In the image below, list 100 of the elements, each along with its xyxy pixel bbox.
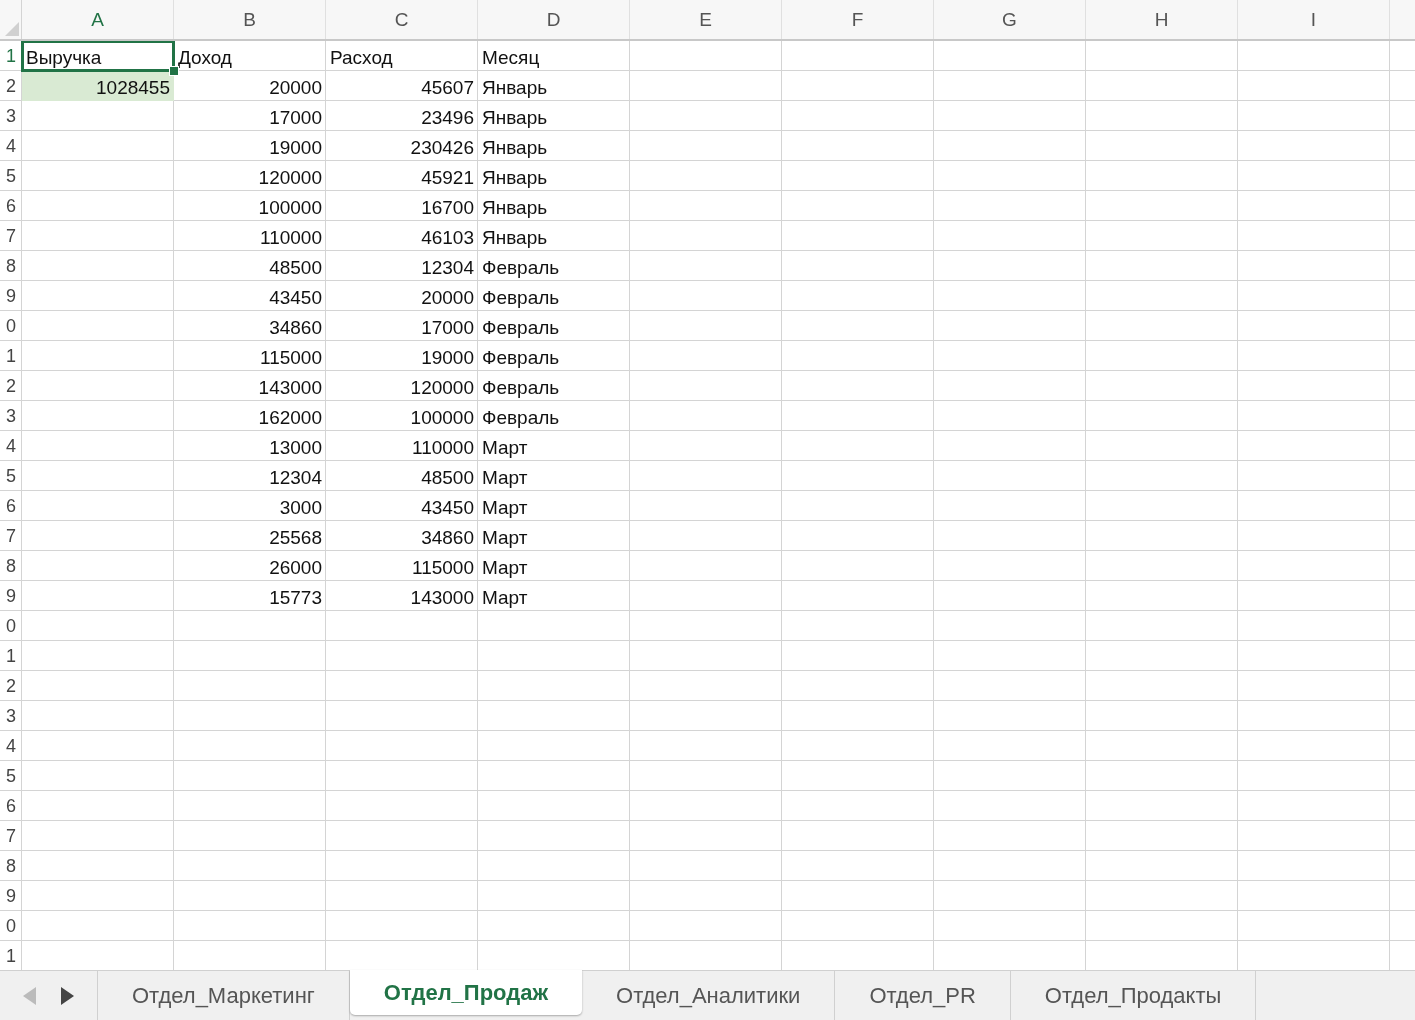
row-header[interactable]: 6 bbox=[0, 191, 22, 221]
row-header[interactable]: 1 bbox=[0, 41, 22, 71]
table-cell-text: 23496 bbox=[420, 106, 475, 130]
table-cell-text: 110000 bbox=[411, 436, 475, 460]
table-cell-text: Февраль bbox=[481, 376, 561, 400]
table-cell-text: 12304 bbox=[420, 256, 475, 280]
table-cell-text: 45607 bbox=[420, 76, 475, 100]
table-cell-text: 16700 bbox=[420, 196, 475, 220]
table-cell-text: 3000 bbox=[278, 496, 323, 520]
fill-handle[interactable] bbox=[169, 66, 179, 76]
table-cell: 1028455 bbox=[22, 71, 174, 101]
table-cell-text: 162000 bbox=[257, 406, 323, 430]
table-cell-text: 34860 bbox=[420, 526, 475, 550]
table-cell-text: 13000 bbox=[268, 436, 323, 460]
row-header[interactable]: 9 bbox=[0, 881, 22, 911]
sheet-tab[interactable]: Отдел_Маркетинг bbox=[98, 971, 350, 1020]
table-cell-text: Январь bbox=[481, 166, 549, 190]
table-cell-text: 19000 bbox=[268, 136, 323, 160]
table-cell-text: 17000 bbox=[420, 316, 475, 340]
row-header[interactable]: 9 bbox=[0, 581, 22, 611]
table-cell-text: 120000 bbox=[409, 376, 475, 400]
table-cell-text: Месяц bbox=[481, 46, 541, 70]
table-cell-text: 19000 bbox=[420, 346, 475, 370]
column-header[interactable]: B bbox=[174, 0, 326, 39]
table-cell-text: 48500 bbox=[268, 256, 323, 280]
table-cell-text: Март bbox=[481, 526, 529, 550]
row-header[interactable]: 2 bbox=[0, 671, 22, 701]
row-header[interactable]: 8 bbox=[0, 251, 22, 281]
column-header[interactable]: G bbox=[934, 0, 1086, 39]
row-header[interactable]: 5 bbox=[0, 461, 22, 491]
row-header[interactable]: 7 bbox=[0, 221, 22, 251]
table-cell-text: 25568 bbox=[268, 526, 323, 550]
row-header[interactable]: 2 bbox=[0, 71, 22, 101]
column-header[interactable]: A bbox=[22, 0, 174, 39]
row-header[interactable]: 3 bbox=[0, 701, 22, 731]
table-cell-text: Январь bbox=[481, 106, 549, 130]
next-sheet-icon[interactable] bbox=[59, 985, 76, 1006]
row-header[interactable]: 7 bbox=[0, 821, 22, 851]
table-cell-text: 230426 bbox=[409, 136, 475, 160]
table-cell-text: Февраль bbox=[481, 256, 561, 280]
table-cell-text: 48500 bbox=[420, 466, 475, 490]
table-cell-text: 15773 bbox=[268, 586, 323, 610]
table-cell-text: Январь bbox=[481, 196, 549, 220]
table-cell-text: 26000 bbox=[268, 556, 323, 580]
row-header[interactable]: 0 bbox=[0, 611, 22, 641]
row-header[interactable]: 6 bbox=[0, 791, 22, 821]
table-cell-text: Март bbox=[481, 466, 529, 490]
sheet-tab[interactable]: Отдел_Продакты bbox=[1010, 971, 1257, 1020]
table-cell-text: 12304 bbox=[268, 466, 323, 490]
row-header[interactable]: 3 bbox=[0, 401, 22, 431]
table-cell-text: Март bbox=[481, 556, 529, 580]
table-cell: Выручка bbox=[22, 41, 174, 71]
row-header[interactable]: 0 bbox=[0, 311, 22, 341]
table-cell-text: 115000 bbox=[411, 556, 475, 580]
table-cell-text: 43450 bbox=[268, 286, 323, 310]
column-header[interactable]: C bbox=[326, 0, 478, 39]
column-header[interactable]: D bbox=[478, 0, 630, 39]
row-header[interactable]: 2 bbox=[0, 371, 22, 401]
column-header[interactable]: I bbox=[1238, 0, 1390, 39]
table-cell-text: 143000 bbox=[257, 376, 323, 400]
sheet-tab[interactable]: Отдел_PR bbox=[835, 971, 1011, 1020]
row-header[interactable]: 5 bbox=[0, 761, 22, 791]
row-header[interactable]: 5 bbox=[0, 161, 22, 191]
table-cell-text: 110000 bbox=[259, 226, 323, 250]
row-header[interactable]: 3 bbox=[0, 101, 22, 131]
table-cell-text: 20000 bbox=[268, 76, 323, 100]
column-header[interactable]: F bbox=[782, 0, 934, 39]
table-cell-text: Март bbox=[481, 496, 529, 520]
table-cell-text: 43450 bbox=[420, 496, 475, 520]
row-header[interactable]: 4 bbox=[0, 731, 22, 761]
column-header[interactable]: H bbox=[1086, 0, 1238, 39]
row-header[interactable]: 9 bbox=[0, 281, 22, 311]
row-header[interactable]: 8 bbox=[0, 551, 22, 581]
table-cell-text: 17000 bbox=[268, 106, 323, 130]
table-cell-text: 46103 bbox=[420, 226, 475, 250]
table-cell-text: 45921 bbox=[420, 166, 475, 190]
row-header[interactable]: 4 bbox=[0, 131, 22, 161]
row-header[interactable]: 4 bbox=[0, 431, 22, 461]
row-header[interactable]: 1 bbox=[0, 641, 22, 671]
table-cell-text: Январь bbox=[481, 226, 549, 250]
table-cell-text: Доход bbox=[177, 46, 233, 70]
sheet-tab[interactable]: Отдел_Продаж bbox=[349, 970, 583, 1015]
table-cell-text: 143000 bbox=[409, 586, 475, 610]
table-cell-text: Февраль bbox=[481, 346, 561, 370]
row-header[interactable]: 8 bbox=[0, 851, 22, 881]
row-header[interactable]: 6 bbox=[0, 491, 22, 521]
table-cell-text: Март bbox=[481, 436, 529, 460]
column-header[interactable]: E bbox=[630, 0, 782, 39]
row-header[interactable]: 1 bbox=[0, 341, 22, 371]
table-cell-text: 115000 bbox=[259, 346, 323, 370]
row-header[interactable]: 0 bbox=[0, 911, 22, 941]
sheet-tab[interactable]: Отдел_Аналитики bbox=[582, 971, 836, 1020]
row-header[interactable]: 1 bbox=[0, 941, 22, 970]
table-cell-text: Февраль bbox=[481, 406, 561, 430]
table-cell-text: Январь bbox=[481, 136, 549, 160]
table-cell-text: Февраль bbox=[481, 286, 561, 310]
table-cell-text: 100000 bbox=[409, 406, 475, 430]
table-cell-text: 100000 bbox=[257, 196, 323, 220]
table-cell-text: 20000 bbox=[420, 286, 475, 310]
row-header[interactable]: 7 bbox=[0, 521, 22, 551]
